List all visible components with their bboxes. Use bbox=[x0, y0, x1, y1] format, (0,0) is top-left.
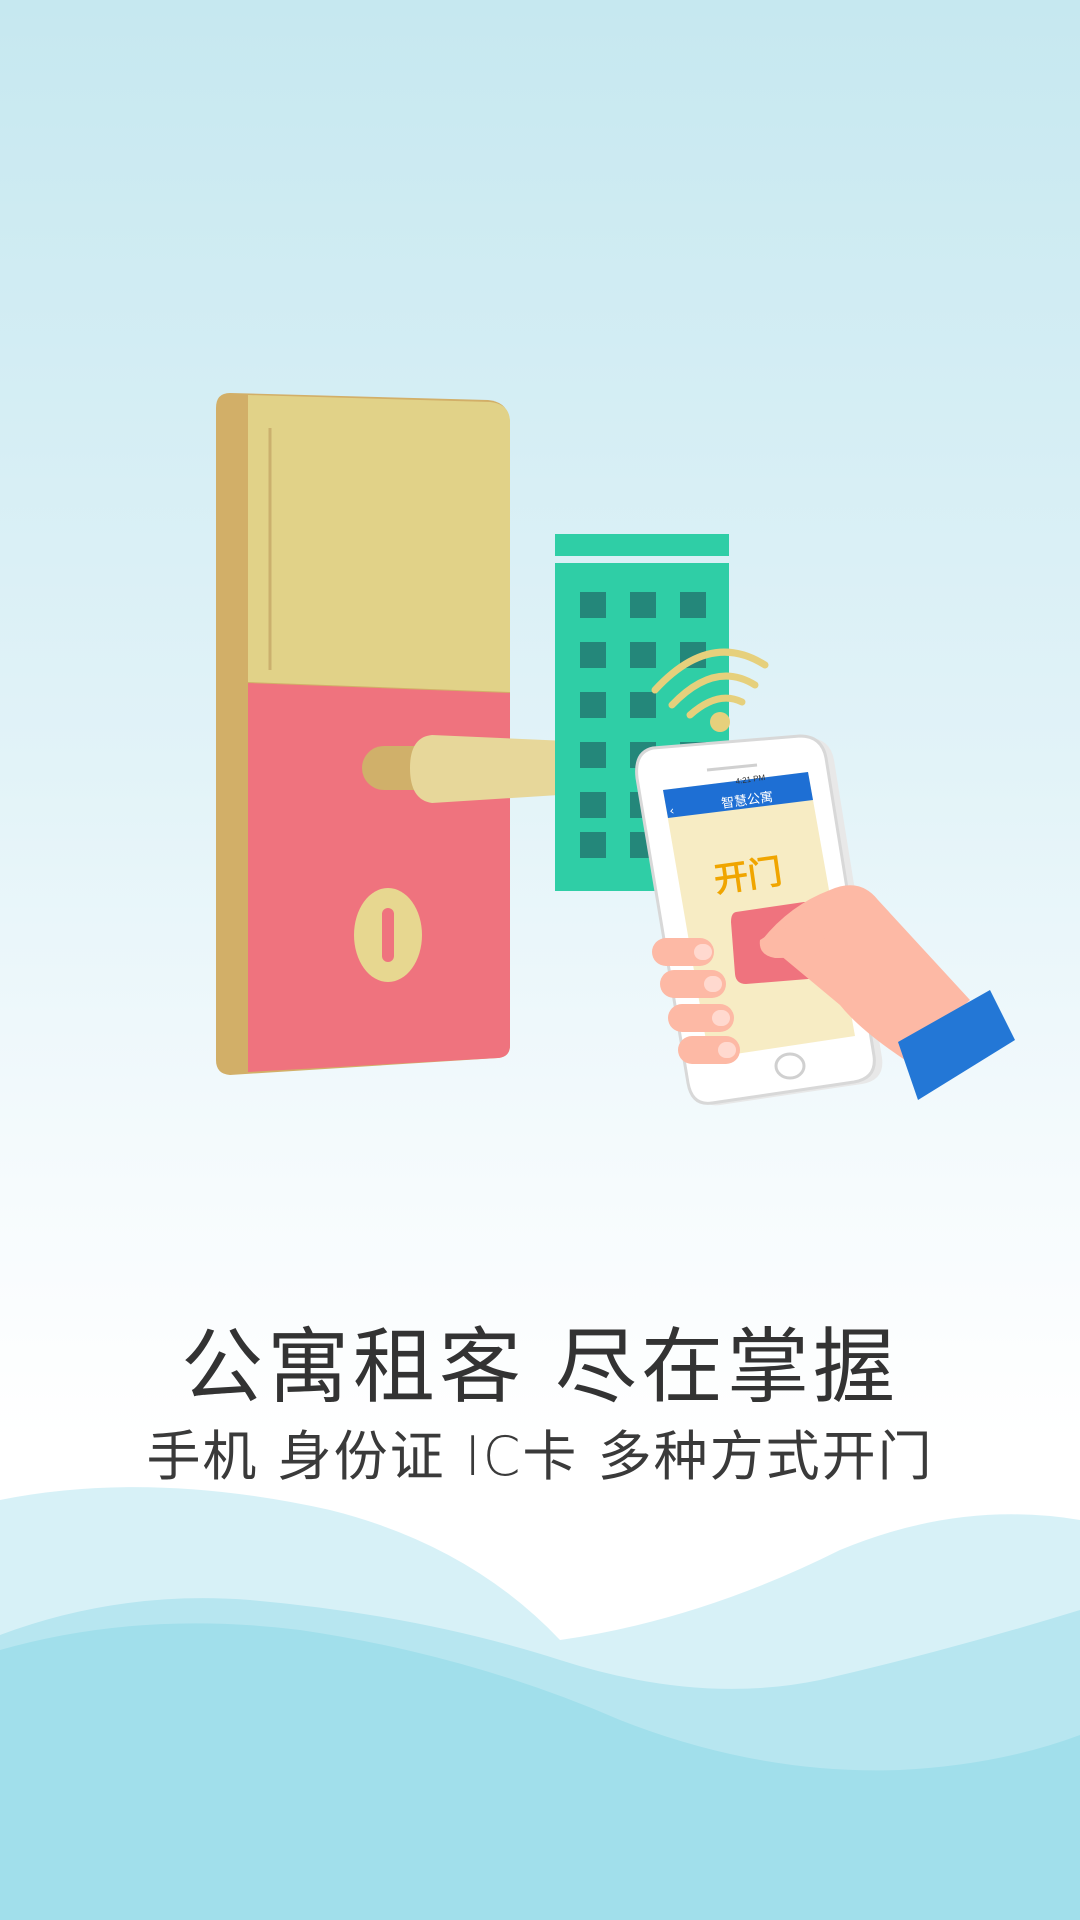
door-lock-icon bbox=[216, 393, 510, 1075]
illustration: 4:21 PM 智慧公寓 ‹ 开门 bbox=[0, 393, 1080, 1920]
page-subtitle: 手机 身份证 IC卡 多种方式开门 bbox=[146, 1425, 934, 1488]
page-title: 公寓租客 尽在掌握 bbox=[180, 1320, 900, 1415]
wave-decoration bbox=[0, 1487, 1080, 1920]
